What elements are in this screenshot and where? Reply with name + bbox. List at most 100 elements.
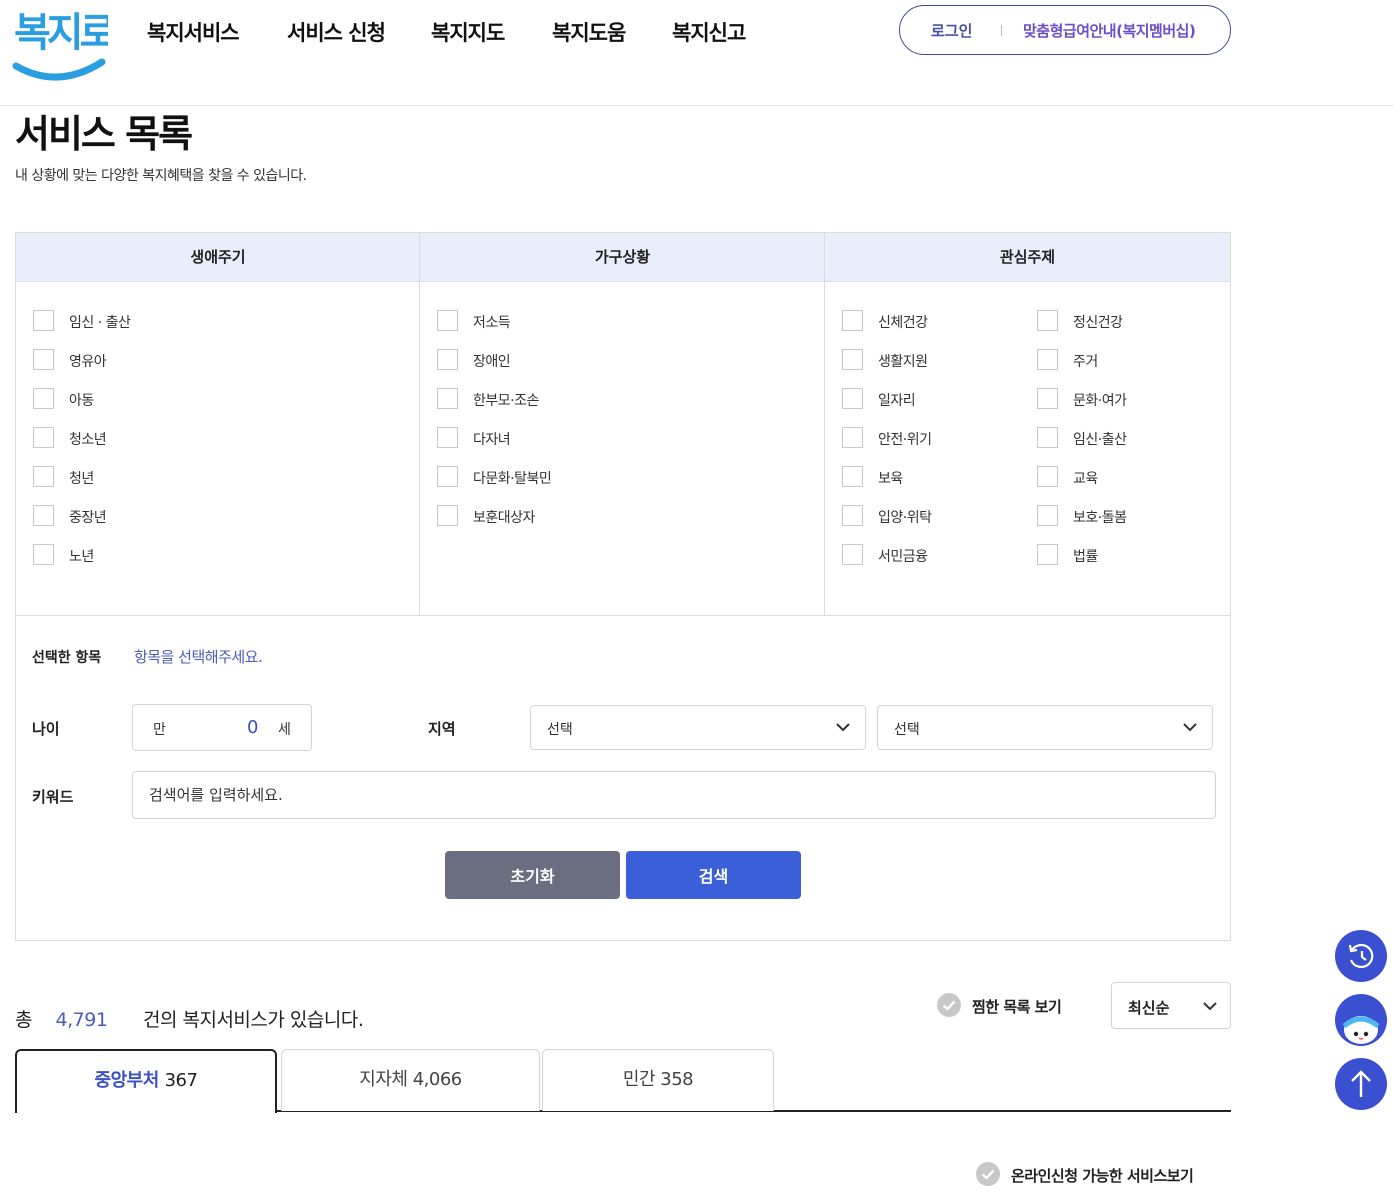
membership-link[interactable]: 맞춤형급여안내(복지멤버십) [1023, 20, 1196, 41]
checkbox-box[interactable] [33, 466, 54, 487]
checkbox-box[interactable] [437, 310, 458, 331]
life-cycle-checkbox[interactable]: 영유아 [33, 349, 193, 371]
tab-local-government[interactable]: 지자체 4,066 [281, 1049, 540, 1111]
checkbox-box[interactable] [842, 388, 863, 409]
sort-value: 최신순 [1128, 999, 1170, 1017]
checkbox-box[interactable] [33, 310, 54, 331]
checkbox-box[interactable] [1037, 349, 1058, 370]
checkbox-box[interactable] [437, 388, 458, 409]
checkbox-box[interactable] [33, 349, 54, 370]
interest-checkbox[interactable]: 주거 [1037, 349, 1197, 371]
chevron-down-icon [836, 723, 850, 732]
checkbox-box[interactable] [33, 427, 54, 448]
check-circle-icon [937, 993, 961, 1017]
site-logo[interactable]: 복지로 [12, 4, 120, 88]
interest-checkbox[interactable]: 정신건강 [1037, 310, 1197, 332]
interest-checkbox[interactable]: 안전·위기 [842, 427, 1002, 449]
age-input[interactable]: 만 0 세 [132, 704, 312, 751]
checkbox-label: 생활지원 [878, 354, 928, 370]
checkbox-box[interactable] [1037, 310, 1058, 331]
scroll-top-button[interactable] [1335, 1058, 1387, 1110]
keyword-label: 키워드 [32, 788, 74, 806]
chevron-down-icon [1203, 1002, 1217, 1011]
checkbox-label: 보육 [878, 471, 903, 487]
life-cycle-checkbox[interactable]: 중장년 [33, 505, 193, 527]
interest-checkbox[interactable]: 입양·위탁 [842, 505, 1002, 527]
checkbox-box[interactable] [842, 349, 863, 370]
tab-private[interactable]: 민간 358 [542, 1049, 774, 1111]
household-checkbox[interactable]: 보훈대상자 [437, 505, 597, 527]
household-checkbox[interactable]: 다문화·탈북민 [437, 466, 597, 488]
nav-welfare-help[interactable]: 복지도움 [552, 17, 626, 47]
checkbox-box[interactable] [33, 505, 54, 526]
interest-checkbox[interactable]: 신체건강 [842, 310, 1002, 332]
life-cycle-checkbox[interactable]: 노년 [33, 544, 193, 566]
household-checkbox[interactable]: 저소득 [437, 310, 597, 332]
keyword-input[interactable] [132, 771, 1216, 819]
age-value[interactable]: 0 [247, 717, 258, 738]
checkbox-box[interactable] [842, 466, 863, 487]
checkbox-box[interactable] [842, 505, 863, 526]
interest-checkbox[interactable]: 교육 [1037, 466, 1197, 488]
household-checkbox[interactable]: 다자녀 [437, 427, 597, 449]
page-description: 내 상황에 맞는 다양한 복지혜택을 찾을 수 있습니다. [15, 168, 307, 184]
interest-checkbox[interactable]: 보호·돌봄 [1037, 505, 1197, 527]
checkbox-box[interactable] [33, 544, 54, 565]
household-checkbox[interactable]: 장애인 [437, 349, 597, 371]
region-city-select[interactable]: 선택 [877, 705, 1213, 750]
nav-welfare-service[interactable]: 복지서비스 [147, 17, 240, 47]
interest-checkbox[interactable]: 문화·여가 [1037, 388, 1197, 410]
checkbox-label: 교육 [1073, 471, 1098, 487]
sort-select[interactable]: 최신순 [1111, 982, 1231, 1029]
interest-checkbox[interactable]: 일자리 [842, 388, 1002, 410]
recent-history-button[interactable] [1335, 930, 1387, 982]
checkbox-box[interactable] [842, 427, 863, 448]
checkbox-box[interactable] [437, 505, 458, 526]
checkbox-box[interactable] [1037, 427, 1058, 448]
checkbox-box[interactable] [1037, 466, 1058, 487]
tab-central-ministry[interactable]: 중앙부처 367 [15, 1049, 277, 1113]
interest-checkbox[interactable]: 보육 [842, 466, 1002, 488]
life-cycle-checkbox[interactable]: 청년 [33, 466, 193, 488]
search-button[interactable]: 검색 [626, 851, 801, 899]
life-cycle-checkbox[interactable]: 청소년 [33, 427, 193, 449]
checkbox-box[interactable] [437, 466, 458, 487]
history-icon [1348, 943, 1374, 969]
checkbox-box[interactable] [842, 544, 863, 565]
checkbox-label: 보훈대상자 [473, 510, 535, 526]
nav-welfare-map[interactable]: 복지지도 [431, 17, 505, 47]
favorites-label: 찜한 목록 보기 [972, 998, 1062, 1016]
chatbot-button[interactable] [1335, 994, 1387, 1046]
arrow-up-icon [1351, 1070, 1371, 1097]
tab-label: 중앙부처 [94, 1070, 160, 1091]
checkbox-box[interactable] [1037, 544, 1058, 565]
checkbox-box[interactable] [437, 427, 458, 448]
checkbox-label: 입양·위탁 [878, 510, 932, 526]
login-link[interactable]: 로그인 [931, 20, 972, 41]
interest-checkbox[interactable]: 임신·출산 [1037, 427, 1197, 449]
age-label: 나이 [32, 720, 60, 738]
site-header: 복지로 복지서비스 서비스 신청 복지지도 복지도움 복지신고 로그인 맞춤형급… [0, 0, 1393, 106]
checkbox-box[interactable] [842, 310, 863, 331]
checkbox-box[interactable] [1037, 388, 1058, 409]
column-header-life-cycle: 생애주기 [16, 233, 420, 282]
nav-service-apply[interactable]: 서비스 신청 [287, 17, 386, 47]
checkbox-label: 아동 [69, 393, 94, 409]
region-city-value: 선택 [894, 722, 920, 738]
checkbox-box[interactable] [33, 388, 54, 409]
column-header-interest: 관심주제 [825, 233, 1230, 282]
divider [1001, 25, 1002, 36]
interest-checkbox[interactable]: 서민금융 [842, 544, 1002, 566]
online-apply-label: 온라인신청 가능한 서비스보기 [1011, 1167, 1194, 1185]
interest-checkbox[interactable]: 생활지원 [842, 349, 1002, 371]
checkbox-label: 영유아 [69, 354, 107, 370]
region-province-select[interactable]: 선택 [530, 705, 866, 750]
interest-checkbox[interactable]: 법률 [1037, 544, 1197, 566]
checkbox-box[interactable] [437, 349, 458, 370]
reset-button[interactable]: 초기화 [445, 851, 620, 899]
nav-welfare-report[interactable]: 복지신고 [672, 17, 746, 47]
life-cycle-checkbox[interactable]: 임신 · 출산 [33, 310, 193, 332]
checkbox-box[interactable] [1037, 505, 1058, 526]
household-checkbox[interactable]: 한부모·조손 [437, 388, 597, 410]
life-cycle-checkbox[interactable]: 아동 [33, 388, 193, 410]
